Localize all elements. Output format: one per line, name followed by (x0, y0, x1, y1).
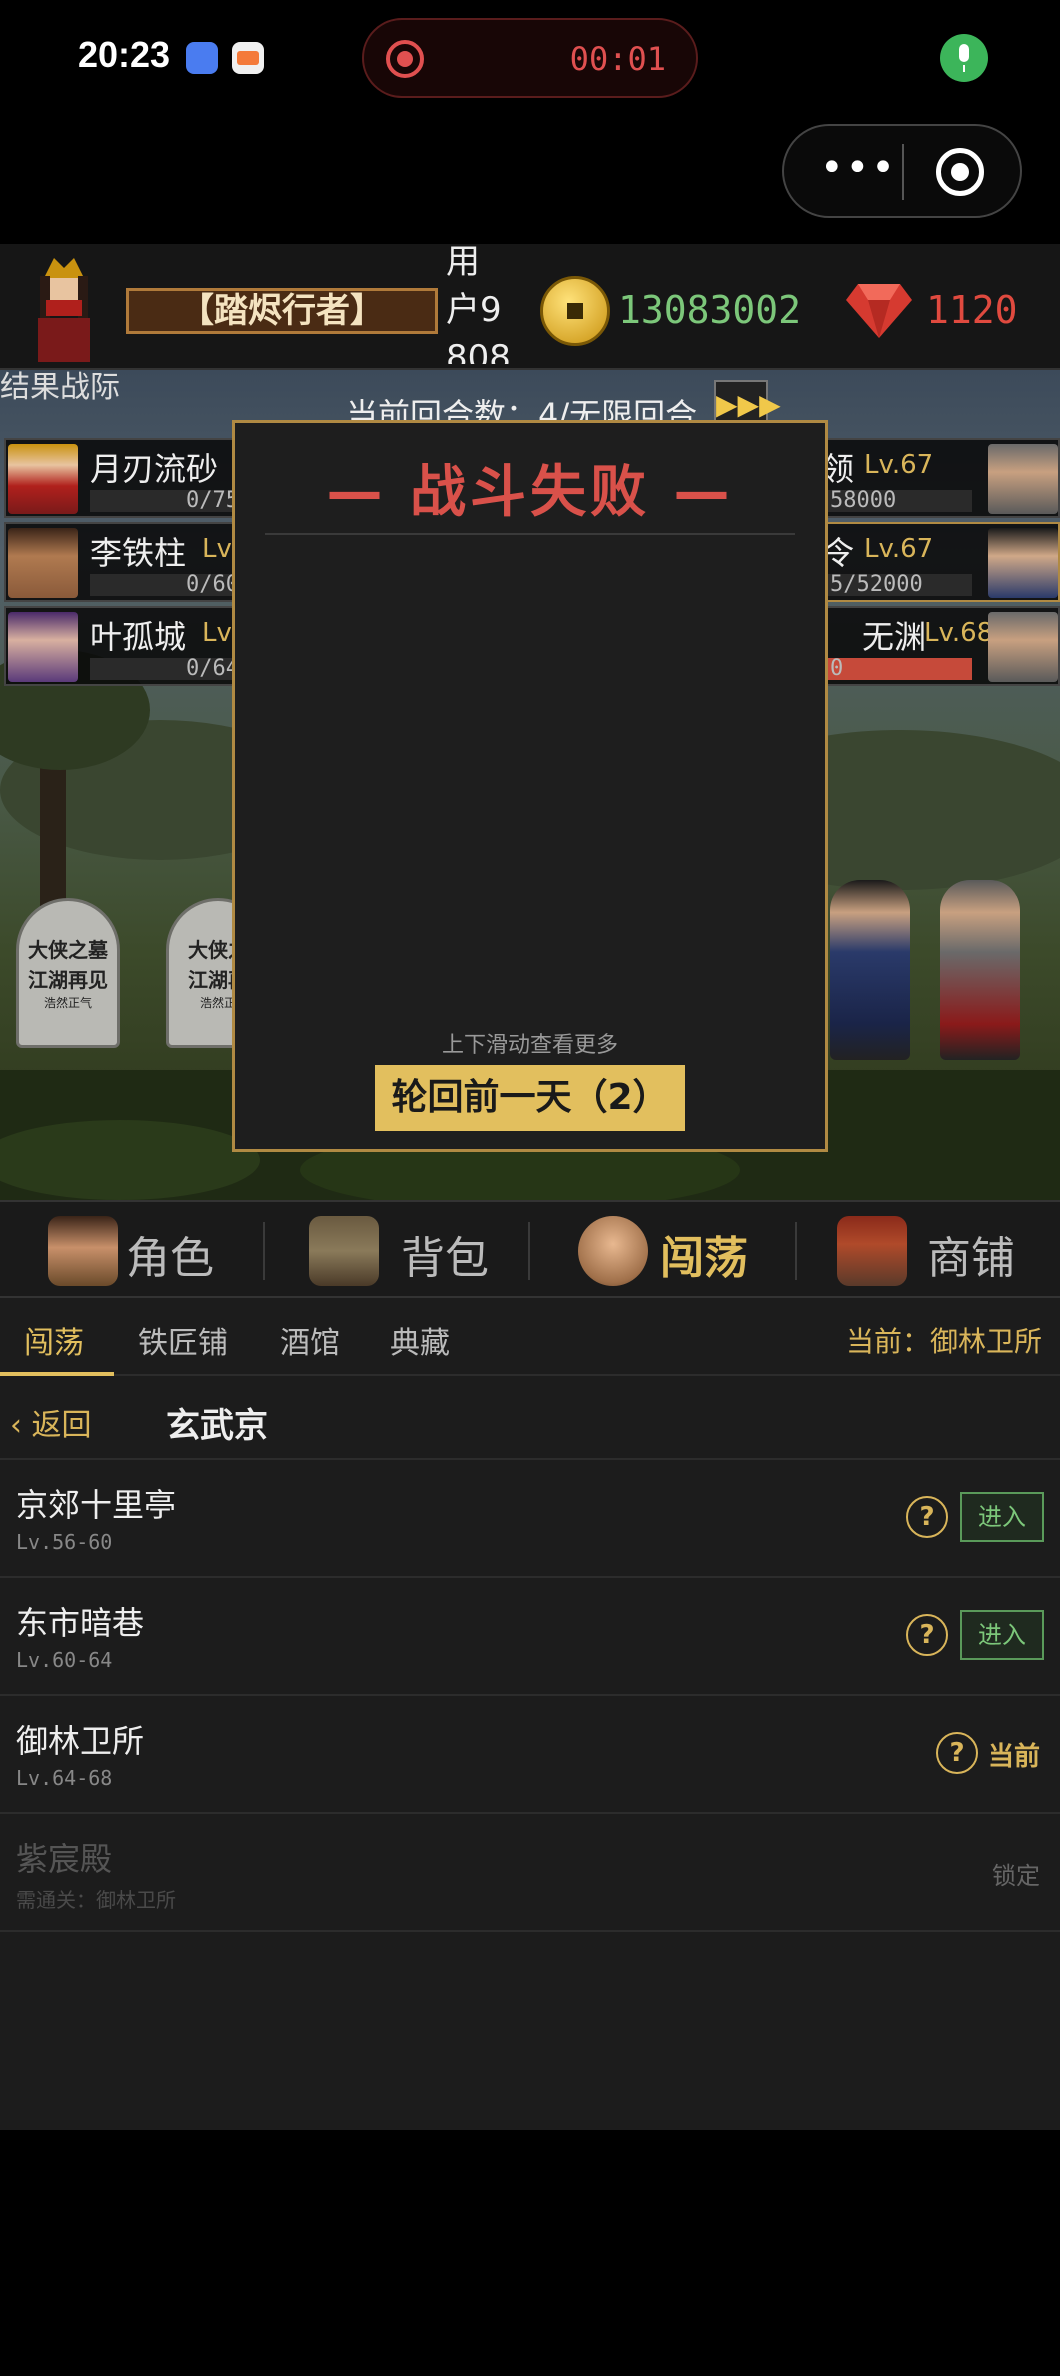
location-row-locked: 紫宸殿 需通关：御林卫所 锁定 (0, 1814, 1060, 1932)
enemy-hp-text: 0 (830, 656, 844, 681)
ally-portrait (8, 528, 78, 598)
player-resource-bar: 【踏烬行者】 用 户9 808 13083002 1120 (0, 242, 1060, 370)
microphone-icon (940, 34, 988, 82)
gem-count: 1120 (926, 288, 1018, 332)
current-location: 当前：御林卫所 (845, 1325, 1042, 1358)
back-label: 返回 (31, 1408, 92, 1443)
recording-time: 00:01 (569, 40, 666, 78)
location-row: 京郊十里亭 Lv.56-60 ? 进入 (0, 1460, 1060, 1578)
enemy-hp-fill (822, 658, 972, 680)
tab-character[interactable]: 角色 (0, 1202, 265, 1298)
enemy-hp-bar (822, 658, 972, 680)
tomb-text: 江湖再见 (28, 968, 108, 992)
shop-icon (837, 1216, 907, 1286)
help-icon[interactable]: ? (906, 1496, 948, 1538)
more-icon[interactable]: ••• (820, 148, 897, 188)
location-row: 东市暗巷 Lv.60-64 ? 进入 (0, 1578, 1060, 1696)
location-row: 御林卫所 Lv.64-68 ? 当前 (0, 1696, 1060, 1814)
coin-count: 13083002 (618, 288, 802, 332)
battle-result-modal: — 战斗失败 — 上下滑动查看更多 轮回前一天（2） (232, 420, 828, 1152)
enemy-level: Lv.67 (864, 534, 934, 564)
modal-title: — 战斗失败 — (326, 460, 734, 525)
enemy-level: Lv.67 (864, 450, 934, 480)
player-avatar[interactable] (26, 248, 102, 362)
tab-backpack[interactable]: 背包 (265, 1202, 530, 1298)
enter-button[interactable]: 进入 (960, 1610, 1044, 1660)
backpack-icon (309, 1216, 379, 1286)
tab-label: 商铺 (927, 1233, 1015, 1284)
enemy-portrait (988, 612, 1058, 682)
ally-card[interactable]: 月刃流砂 0/75 (4, 438, 256, 518)
enemy-sprite (940, 880, 1020, 1060)
tab-label: 角色 (126, 1233, 214, 1284)
subtab-tavern[interactable]: 酒馆 (280, 1318, 340, 1362)
location-name: 东市暗巷 (16, 1604, 145, 1642)
enemy-hp-text: 5/52000 (830, 572, 923, 597)
sub-tab-bar: 闯荡 铁匠铺 酒馆 典藏 当前：御林卫所 (0, 1298, 1060, 1376)
location-name: 京郊十里亭 (16, 1486, 177, 1524)
location-name: 御林卫所 (16, 1722, 145, 1760)
tab-label: 闯荡 (660, 1233, 748, 1284)
main-tab-bar: 角色 背包 闯荡 商铺 (0, 1200, 1060, 1298)
rewind-day-button[interactable]: 轮回前一天（2） (375, 1065, 685, 1131)
subtab-adventure[interactable]: 闯荡 (24, 1318, 84, 1362)
location-level: Lv.64-68 (16, 1766, 113, 1790)
location-level: Lv.60-64 (16, 1648, 113, 1672)
help-icon[interactable]: ? (906, 1614, 948, 1656)
location-panel: ‹ 返回 玄武京 京郊十里亭 Lv.56-60 ? 进入 东市暗巷 Lv.60-… (0, 1376, 1060, 2130)
ally-name: 李铁柱 (90, 534, 187, 572)
ally-card[interactable]: 叶孤城 Lv. 0/64 (4, 606, 256, 686)
tab-adventure[interactable]: 闯荡 (530, 1202, 795, 1298)
region-title: 玄武京 (166, 1406, 268, 1446)
location-requirement: 需通关：御林卫所 (16, 1888, 176, 1912)
character-icon (48, 1216, 118, 1286)
close-target-icon[interactable] (936, 148, 984, 196)
record-icon (386, 40, 424, 78)
player-username: 用 户9 808 (446, 242, 511, 364)
ally-card[interactable]: 李铁柱 Lv. 0/60 (4, 522, 256, 602)
capsule-divider (902, 144, 904, 200)
screen-recording-indicator[interactable]: 00:01 (362, 18, 698, 98)
tomb-text: 大侠之墓 (28, 938, 108, 962)
chevron-left-icon: ‹ (10, 1408, 32, 1443)
battle-title: 结果战际 (0, 370, 120, 405)
ally-portrait (8, 612, 78, 682)
app-notification-icon (186, 42, 218, 74)
enemy-portrait (988, 528, 1058, 598)
tab-shop[interactable]: 商铺 (797, 1202, 1060, 1298)
enemy-level: Lv.68 (924, 618, 994, 648)
location-name: 紫宸殿 (16, 1840, 113, 1878)
ally-portrait (8, 444, 78, 514)
miniprogram-capsule: ••• (782, 124, 1022, 218)
subtab-collection[interactable]: 典藏 (390, 1318, 450, 1362)
ally-name: 叶孤城 (90, 618, 187, 656)
enemy-sprite (830, 880, 910, 1060)
tab-label: 背包 (401, 1233, 489, 1284)
modal-divider (265, 533, 795, 535)
status-bar: 20:23 00:01 (0, 0, 1060, 115)
ally-name: 月刃流砂 (90, 450, 219, 488)
player-title-banner: 【踏烬行者】 (126, 288, 438, 334)
enemy-name: 无渊 (862, 618, 927, 656)
back-button[interactable]: ‹ 返回 (10, 1400, 92, 1444)
clock: 20:23 (78, 34, 171, 75)
locked-tag: 锁定 (992, 1862, 1040, 1890)
enemy-hp-text: 58000 (830, 488, 897, 513)
enter-button[interactable]: 进入 (960, 1492, 1044, 1542)
subtab-blacksmith[interactable]: 铁匠铺 (138, 1318, 228, 1362)
app-notification-icon (232, 42, 264, 74)
tombstone: 大侠之墓 江湖再见 浩然正气 (16, 898, 120, 1048)
tomb-text: 浩然正气 (43, 996, 92, 1010)
bottom-safe-area (0, 2130, 1060, 2376)
fist-icon (578, 1216, 648, 1286)
enemy-portrait (988, 444, 1058, 514)
current-tag: 当前 (988, 1742, 1041, 1772)
scroll-hint: 上下滑动查看更多 (441, 1033, 618, 1058)
location-level: Lv.56-60 (16, 1530, 113, 1554)
navigation-row: ‹ 返回 玄武京 (0, 1376, 1060, 1460)
help-icon[interactable]: ? (936, 1732, 978, 1774)
coin-icon (540, 276, 610, 346)
gem-icon (846, 284, 912, 338)
